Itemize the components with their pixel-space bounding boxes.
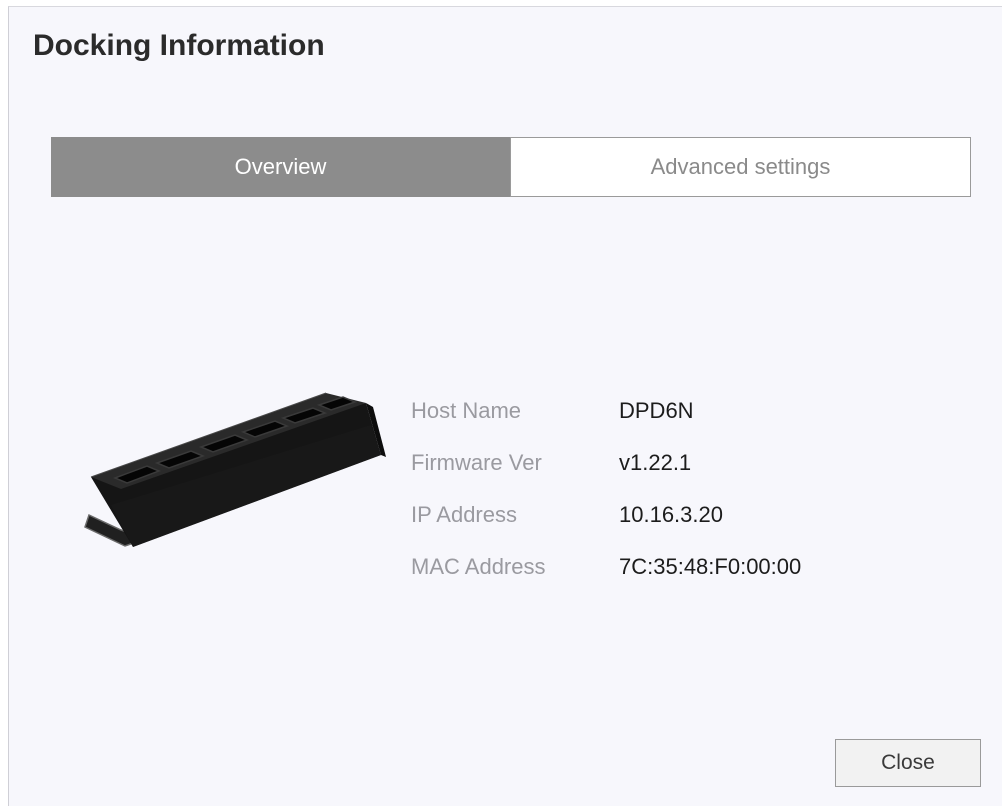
- info-row-host-name: Host Name DPD6N: [411, 385, 801, 437]
- mac-address-label: MAC Address: [411, 554, 546, 579]
- docking-station-image: [84, 392, 386, 547]
- docking-information-dialog: Docking Information Overview Advanced se…: [8, 6, 1002, 806]
- mac-address-value: 7C:35:48:F0:00:00: [619, 554, 802, 579]
- dialog-title: Docking Information: [33, 29, 325, 62]
- info-row-firmware-ver: Firmware Ver v1.22.1: [411, 437, 801, 489]
- ip-address-label: IP Address: [411, 502, 517, 527]
- tab-advanced-settings[interactable]: Advanced settings: [510, 137, 971, 197]
- host-name-label: Host Name: [411, 398, 522, 423]
- ip-address-value: 10.16.3.20: [619, 502, 723, 527]
- host-name-value: DPD6N: [619, 398, 694, 423]
- tab-bar: Overview Advanced settings: [51, 137, 971, 197]
- info-row-mac-address: MAC Address 7C:35:48:F0:00:00: [411, 541, 801, 593]
- firmware-ver-value: v1.22.1: [619, 450, 692, 475]
- close-button[interactable]: Close: [835, 739, 981, 787]
- info-row-ip-address: IP Address 10.16.3.20: [411, 489, 801, 541]
- tab-overview[interactable]: Overview: [51, 137, 510, 197]
- device-info: Host Name DPD6N Firmware Ver v1.22.1 IP …: [411, 385, 801, 593]
- firmware-ver-label: Firmware Ver: [411, 450, 542, 475]
